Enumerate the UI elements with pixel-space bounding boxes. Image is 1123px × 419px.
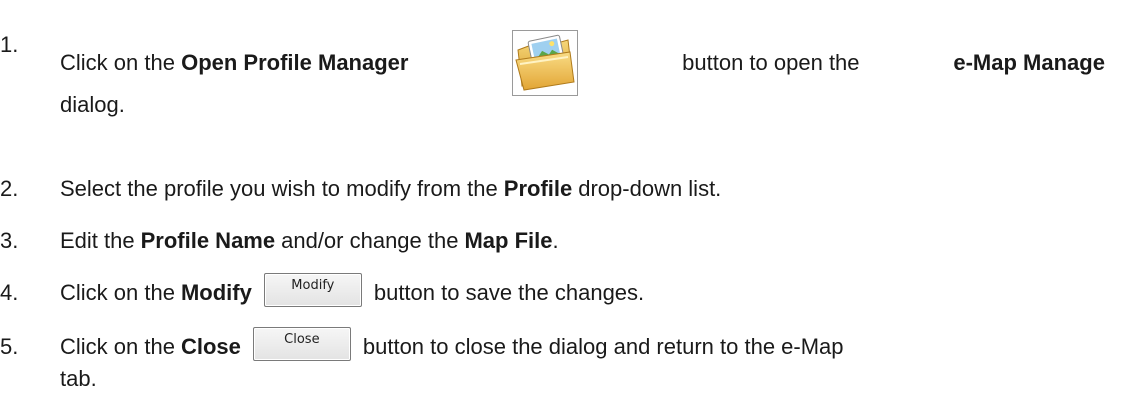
step-5-continued: tab. (60, 366, 97, 391)
step-1-middle: button to open the (682, 50, 860, 75)
step-number: 5. (0, 334, 19, 359)
folder-image-icon (512, 30, 579, 96)
step-5-close: Close (180, 334, 241, 359)
step-text: Select the profile you wish to modify fr… (60, 174, 1105, 204)
close-button: Close (252, 327, 351, 361)
step-3-map-file: Map File (464, 228, 553, 253)
step-number: 2. (0, 176, 19, 201)
step-text: Click on the Close Close button to close… (60, 327, 1105, 394)
step-text: Click on the Open Profile Manager button… (60, 30, 1105, 120)
step-1-open-profile-manager: Open Profile Manager (181, 50, 409, 75)
step-text: Click on the Modify Modify button to sav… (60, 273, 1105, 310)
step-2-profile: Profile (503, 176, 573, 201)
step-number: 1. (0, 32, 19, 57)
step-1-e-map-manage: e-Map Manage (953, 50, 1105, 75)
modify-button: Modify (263, 273, 362, 307)
step-1-continued: dialog. (60, 92, 125, 117)
step-text: Edit the Profile Name and/or change the … (60, 226, 1105, 256)
step-number: 4. (0, 280, 19, 305)
step-number: 3. (0, 228, 19, 253)
step-3-profile-name: Profile Name (140, 228, 276, 253)
step-1-prefix: Click on the (60, 50, 175, 75)
step-4-modify: Modify (180, 280, 252, 305)
